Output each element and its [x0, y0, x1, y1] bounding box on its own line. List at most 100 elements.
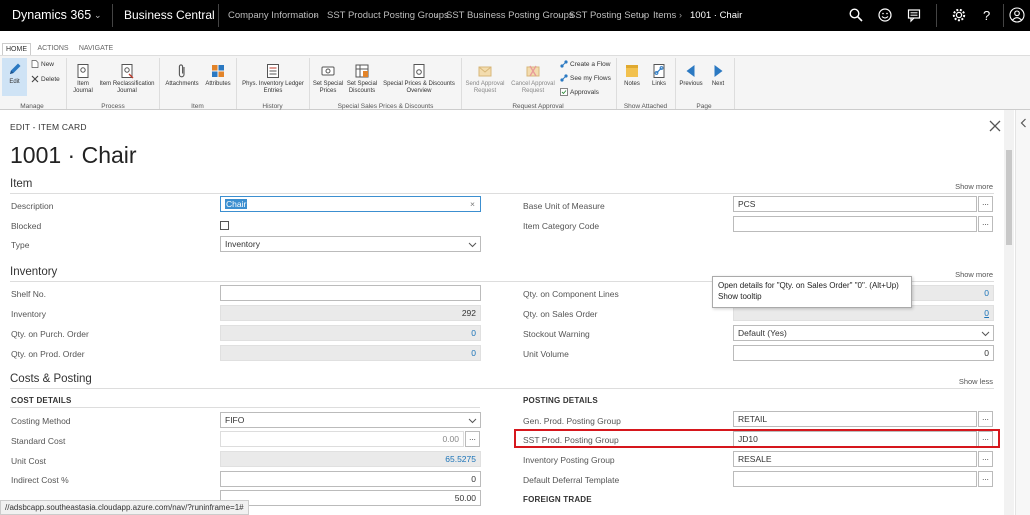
breadcrumb-company-information[interactable]: Company Information — [228, 0, 319, 31]
standard-cost-lookup-button[interactable]: ... — [465, 431, 480, 447]
top-bar: Dynamics 365 ⌄ Business Central Company … — [0, 0, 1030, 31]
approvals-icon — [560, 88, 568, 97]
qty-on-prod-order-value[interactable]: 0 — [220, 345, 481, 361]
next-button[interactable]: Next — [705, 63, 731, 88]
section-item-heading[interactable]: Item — [10, 178, 32, 190]
foreign-trade-subheading: FOREIGN TRADE — [523, 495, 592, 504]
tooltip: Open details for "Qty. on Sales Order" "… — [712, 276, 912, 308]
create-a-flow-button[interactable]: Create a Flow — [560, 60, 610, 70]
set-special-prices-button[interactable]: Set Special Prices — [311, 63, 345, 94]
blocked-label: Blocked — [11, 221, 42, 231]
default-deferral-template-lookup-button[interactable]: ... — [978, 471, 993, 487]
chevron-down-icon — [468, 418, 477, 424]
notes-icon — [626, 65, 638, 77]
base-unit-of-measure-lookup-button[interactable]: ... — [978, 196, 993, 212]
shelf-no-label: Shelf No. — [11, 289, 46, 299]
gen-prod-posting-group-input[interactable]: RETAIL — [733, 411, 977, 427]
user-icon[interactable] — [1009, 7, 1025, 23]
inventory-label: Inventory — [11, 309, 46, 319]
attributes-button[interactable]: Attributes — [202, 63, 234, 88]
group-request-approval: Request Approval — [512, 103, 564, 110]
breadcrumb-sst-business-posting-groups[interactable]: SST Business Posting Groups — [446, 0, 574, 31]
stockout-warning-value: Default (Yes) — [738, 328, 787, 338]
app-name[interactable]: Business Central — [124, 0, 215, 31]
unit-volume-input[interactable]: 0 — [733, 345, 994, 361]
phys-inventory-ledger-entries-button[interactable]: Phys. Inventory Ledger Entries — [238, 63, 308, 94]
tab-navigate[interactable]: NAVIGATE — [76, 43, 116, 55]
cancel-approval-request-button[interactable]: Cancel Approval Request — [508, 63, 558, 94]
unit-price-input[interactable]: 50.00 — [220, 490, 481, 506]
description-input[interactable]: Chair × — [220, 196, 481, 212]
group-manage: Manage — [20, 103, 44, 110]
set-special-discounts-button[interactable]: Set Special Discounts — [345, 63, 379, 94]
chevron-right-icon: › — [314, 10, 317, 20]
item-show-more-link[interactable]: Show more — [955, 182, 993, 191]
help-icon[interactable]: ? — [983, 0, 990, 31]
chevron-down-icon[interactable]: ⌄ — [94, 0, 102, 31]
ribbon-tabs: HOME ACTIONS NAVIGATE — [0, 43, 1030, 55]
links-button[interactable]: Links — [646, 63, 672, 88]
costing-method-select[interactable]: FIFO — [220, 412, 481, 428]
send-approval-request-button[interactable]: Send Approval Request — [462, 63, 508, 94]
cancel-approval-icon — [526, 65, 540, 77]
arrow-left-icon — [686, 65, 695, 77]
default-deferral-template-input[interactable] — [733, 471, 977, 487]
gen-prod-posting-group-lookup-button[interactable]: ... — [978, 411, 993, 427]
attachments-button[interactable]: Attachments — [162, 63, 202, 88]
show-tooltip-link[interactable]: Show tooltip — [718, 291, 906, 302]
item-journal-button[interactable]: Item Journal — [69, 63, 97, 94]
inventory-posting-group-input[interactable]: RESALE — [733, 451, 977, 467]
scrollbar-thumb[interactable] — [1006, 150, 1012, 245]
page-title: 1001 · Chair — [10, 142, 137, 168]
notes-button[interactable]: Notes — [619, 63, 645, 88]
shelf-no-input[interactable] — [220, 285, 481, 301]
chevron-left-icon[interactable] — [1019, 118, 1028, 128]
base-unit-of-measure-input[interactable]: PCS — [733, 196, 977, 212]
costs-show-less-link[interactable]: Show less — [959, 377, 993, 386]
qty-on-purch-order-value[interactable]: 0 — [220, 325, 481, 341]
chevron-right-icon: › — [679, 10, 682, 20]
tab-actions[interactable]: ACTIONS — [35, 43, 71, 55]
breadcrumb-sst-product-posting-groups[interactable]: SST Product Posting Groups — [327, 0, 449, 31]
section-inventory-heading[interactable]: Inventory — [10, 266, 57, 278]
section-costs-posting-heading[interactable]: Costs & Posting — [10, 373, 92, 385]
item-category-code-lookup-button[interactable]: ... — [978, 216, 993, 232]
standard-cost-input[interactable]: 0.00 — [220, 431, 464, 447]
inventory-show-more-link[interactable]: Show more — [955, 270, 993, 279]
tab-home[interactable]: HOME — [2, 43, 31, 55]
breadcrumb-sst-posting-setup[interactable]: SST Posting Setup — [569, 0, 649, 31]
inventory-posting-group-label: Inventory Posting Group — [523, 455, 615, 465]
group-show-attached: Show Attached — [623, 103, 668, 110]
breadcrumb-items[interactable]: Items — [653, 0, 676, 31]
comment-icon[interactable] — [906, 7, 922, 23]
search-icon[interactable] — [848, 7, 864, 23]
close-icon[interactable] — [988, 119, 1002, 133]
chevron-down-icon — [981, 331, 990, 337]
paperclip-icon — [178, 64, 185, 78]
stockout-warning-select[interactable]: Default (Yes) — [733, 325, 994, 341]
unit-cost-value[interactable]: 65.5275 — [220, 451, 481, 467]
smiley-icon[interactable] — [877, 7, 893, 23]
new-document-icon — [31, 60, 39, 69]
inventory-posting-group-lookup-button[interactable]: ... — [978, 451, 993, 467]
item-category-code-input[interactable] — [733, 216, 977, 232]
indirect-cost-input[interactable]: 0 — [220, 471, 481, 487]
product-name[interactable]: Dynamics 365 — [12, 0, 91, 31]
posting-details-subheading: POSTING DETAILS — [523, 396, 598, 405]
delete-button[interactable]: Delete — [31, 75, 60, 85]
costing-method-value: FIFO — [225, 415, 245, 425]
item-reclassification-journal-button[interactable]: Item Reclassification Journal — [97, 63, 157, 94]
see-my-flows-button[interactable]: See my Flows — [560, 74, 611, 84]
special-prices-discounts-overview-button[interactable]: Special Prices & Discounts Overview — [379, 63, 459, 94]
approvals-button[interactable]: Approvals — [560, 88, 599, 98]
clear-icon[interactable]: × — [470, 197, 475, 211]
gear-icon[interactable] — [951, 7, 967, 23]
edit-button[interactable]: Edit — [2, 58, 27, 96]
blocked-checkbox[interactable] — [220, 221, 229, 230]
new-button[interactable]: New — [31, 60, 54, 70]
previous-button[interactable]: Previous — [677, 63, 705, 88]
inventory-value: 292 — [220, 305, 481, 321]
send-approval-icon — [478, 66, 492, 77]
type-select[interactable]: Inventory — [220, 236, 481, 252]
journal-icon — [77, 64, 89, 78]
